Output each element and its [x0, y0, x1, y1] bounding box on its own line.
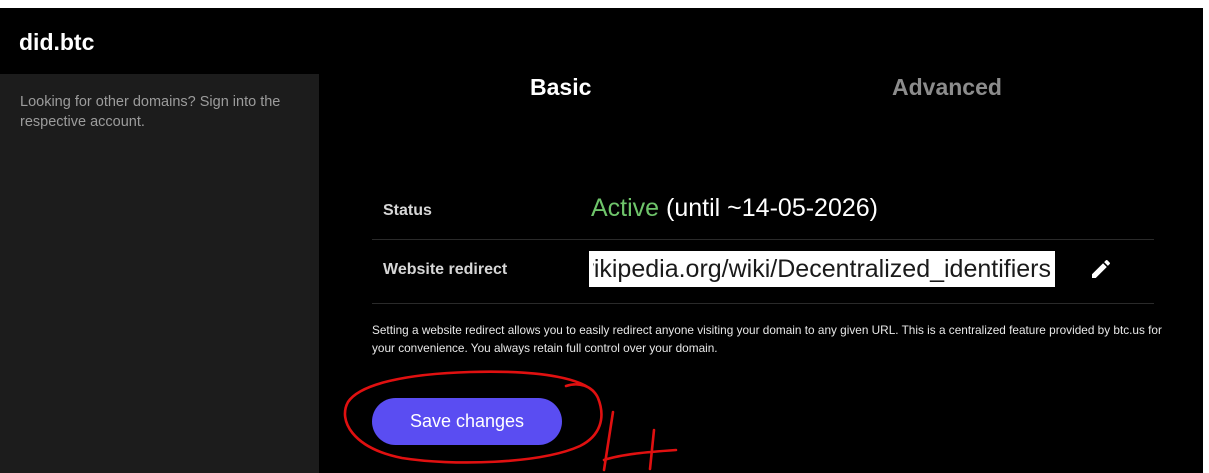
status-until-text: (until ~14-05-2026) [666, 194, 878, 222]
row-divider [372, 239, 1154, 240]
status-active-text: Active [591, 194, 660, 222]
website-redirect-input[interactable] [589, 251, 1055, 287]
pencil-icon[interactable] [1089, 257, 1113, 281]
row-divider [372, 303, 1154, 304]
status-value: Active (until ~14-05-2026) [591, 194, 878, 223]
tab-basic[interactable]: Basic [530, 74, 591, 101]
domain-title: did.btc [19, 29, 95, 55]
status-label: Status [383, 202, 432, 219]
sidebar-note: Looking for other domains? Sign into the… [20, 94, 281, 130]
website-redirect-label: Website redirect [383, 261, 508, 278]
sidebar: Looking for other domains? Sign into the… [0, 74, 319, 473]
save-changes-button[interactable]: Save changes [372, 398, 562, 445]
tab-advanced[interactable]: Advanced [892, 74, 1002, 101]
redirect-help-text: Setting a website redirect allows you to… [372, 323, 1162, 355]
app-window: did.btc Looking for other domains? Sign … [0, 8, 1203, 473]
